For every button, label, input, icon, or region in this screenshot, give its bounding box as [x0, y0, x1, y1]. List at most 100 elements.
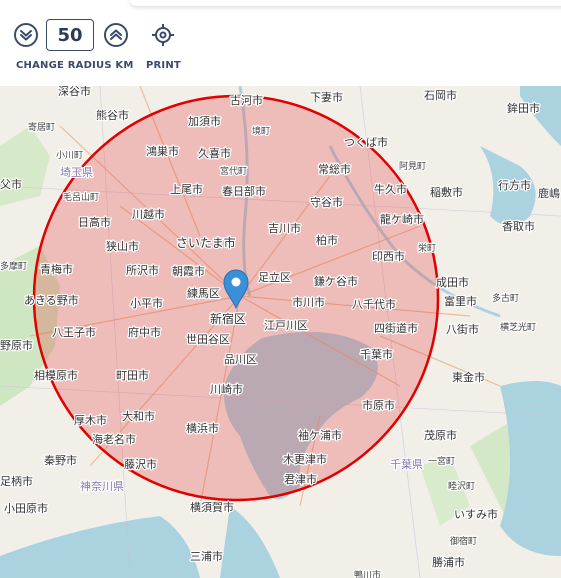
map-label: 江戸川区 — [264, 319, 308, 332]
map-label: 御宿町 — [450, 535, 477, 547]
map-label: 川崎市 — [210, 382, 243, 396]
map-label: 鉾田市 — [507, 101, 540, 115]
map-label: 多摩町 — [0, 260, 27, 272]
map-label: 睦沢町 — [448, 480, 475, 492]
map-label: 香取市 — [502, 219, 535, 233]
map-label: 海老名市 — [92, 432, 136, 446]
map-label: 神奈川県 — [80, 479, 124, 493]
map-label: 加須市 — [188, 114, 221, 128]
map-label: 父市 — [0, 177, 22, 191]
change-radius-label: CHANGE RADIUS KM — [16, 60, 134, 71]
map-label: 龍ケ崎市 — [380, 212, 424, 226]
map-label: 日高市 — [78, 215, 111, 229]
map-label: 足柄市 — [0, 474, 33, 488]
map-label: いすみ市 — [454, 507, 498, 521]
map-label: 成田市 — [436, 275, 469, 289]
map-label: 四街道市 — [374, 321, 418, 335]
map-canvas[interactable]: 深谷市 古河市 下妻市 石岡市 鉾田市 熊谷市 加須市 境町 寄居町 鴻巣市 久… — [0, 86, 561, 578]
map-label: 深谷市 — [58, 86, 91, 98]
map-label: 市原市 — [362, 398, 395, 412]
map-label: 新宿区 — [210, 311, 246, 326]
map-label: 秦野市 — [44, 453, 77, 467]
map-label: 寄居町 — [28, 121, 55, 133]
map-label: 埼玉県 — [60, 165, 93, 179]
map-label: 君津市 — [284, 472, 317, 486]
map-label: 久喜市 — [198, 146, 231, 160]
increase-radius-button[interactable] — [104, 23, 128, 47]
map-label: 栄町 — [418, 242, 436, 254]
map-label: 相模原市 — [34, 368, 78, 382]
map-view[interactable]: 深谷市 古河市 下妻市 石岡市 鉾田市 熊谷市 加須市 境町 寄居町 鴻巣市 久… — [0, 86, 561, 578]
map-label: 鴨川市 — [354, 569, 381, 578]
map-label: 守谷市 — [310, 195, 343, 209]
map-label: 野原市 — [0, 338, 33, 352]
map-label: 町田市 — [116, 368, 149, 382]
radius-toolbar: 50 CHANGE RADIUS KM PRINT — [0, 0, 561, 86]
chevron-up-icon — [110, 29, 122, 40]
map-label: 一宮町 — [428, 455, 455, 467]
map-label: 厚木市 — [74, 413, 107, 427]
map-label: 横浜市 — [186, 421, 219, 435]
map-label: 八街市 — [446, 322, 479, 336]
crosshair-icon — [152, 24, 174, 46]
map-label: 川越市 — [132, 207, 165, 221]
map-label: 鴻巣市 — [146, 144, 179, 158]
map-label: 所沢市 — [126, 263, 159, 277]
map-label: 小田原市 — [4, 501, 48, 515]
map-label: 袖ケ浦市 — [298, 428, 342, 442]
map-label: 東金市 — [452, 370, 485, 384]
map-label: 春日部市 — [222, 184, 266, 198]
map-label: 横芝光町 — [500, 321, 536, 333]
map-label: 千葉市 — [360, 347, 393, 361]
radius-value[interactable]: 50 — [46, 19, 94, 51]
map-label: 府中市 — [128, 325, 161, 339]
map-label: 茂原市 — [424, 428, 457, 442]
map-label: 千葉県 — [390, 457, 423, 471]
decrease-radius-button[interactable] — [14, 23, 38, 47]
map-label: 下妻市 — [310, 90, 343, 104]
map-label: 青梅市 — [40, 262, 73, 276]
map-label: 毛呂山町 — [63, 191, 99, 203]
map-label: 大和市 — [122, 409, 155, 423]
map-label: 石岡市 — [424, 88, 457, 102]
map-label: 小川町 — [56, 150, 83, 161]
map-label: 鎌ケ谷市 — [314, 274, 358, 288]
map-label: 藤沢市 — [124, 457, 157, 471]
map-label: 境町 — [252, 125, 270, 137]
map-label: 八王子市 — [52, 325, 96, 339]
map-label: さいたま市 — [176, 235, 236, 250]
map-label: 足立区 — [258, 270, 291, 284]
map-label: 阿見町 — [399, 161, 426, 172]
map-label: 品川区 — [224, 353, 257, 366]
map-label: 行方市 — [498, 178, 531, 192]
map-label: 朝霞市 — [172, 264, 205, 278]
map-label: 狭山市 — [106, 239, 139, 253]
map-label: 八千代市 — [352, 297, 396, 311]
map-label: 古河市 — [230, 93, 263, 107]
map-label: 常総市 — [318, 162, 351, 176]
print-button[interactable] — [150, 22, 176, 48]
map-label: 三浦市 — [190, 549, 223, 563]
map-label: 練馬区 — [187, 286, 220, 300]
map-label: 柏市 — [316, 233, 338, 247]
map-label: 宮代町 — [220, 165, 247, 177]
map-label: 熊谷市 — [96, 108, 129, 122]
print-label: PRINT — [146, 60, 181, 71]
map-label: 勝浦市 — [432, 555, 465, 569]
map-label: 稲敷市 — [430, 185, 463, 199]
map-label: つくば市 — [344, 135, 388, 149]
map-label: 鹿嶋 — [538, 186, 560, 200]
map-label: 横須賀市 — [190, 500, 234, 514]
map-label: 世田谷区 — [186, 333, 230, 346]
map-label: 市川市 — [292, 295, 325, 309]
map-label: 多古町 — [492, 292, 519, 304]
chevron-down-icon — [20, 30, 32, 41]
map-label: 吉川市 — [268, 221, 301, 235]
map-label: 小平市 — [130, 296, 163, 310]
map-label: 上尾市 — [170, 182, 203, 196]
map-label: 牛久市 — [374, 182, 407, 196]
map-label: 木更津市 — [283, 452, 327, 466]
map-label: あきる野市 — [24, 293, 79, 307]
map-label: 富里市 — [444, 294, 477, 308]
map-label: 印西市 — [372, 249, 405, 263]
